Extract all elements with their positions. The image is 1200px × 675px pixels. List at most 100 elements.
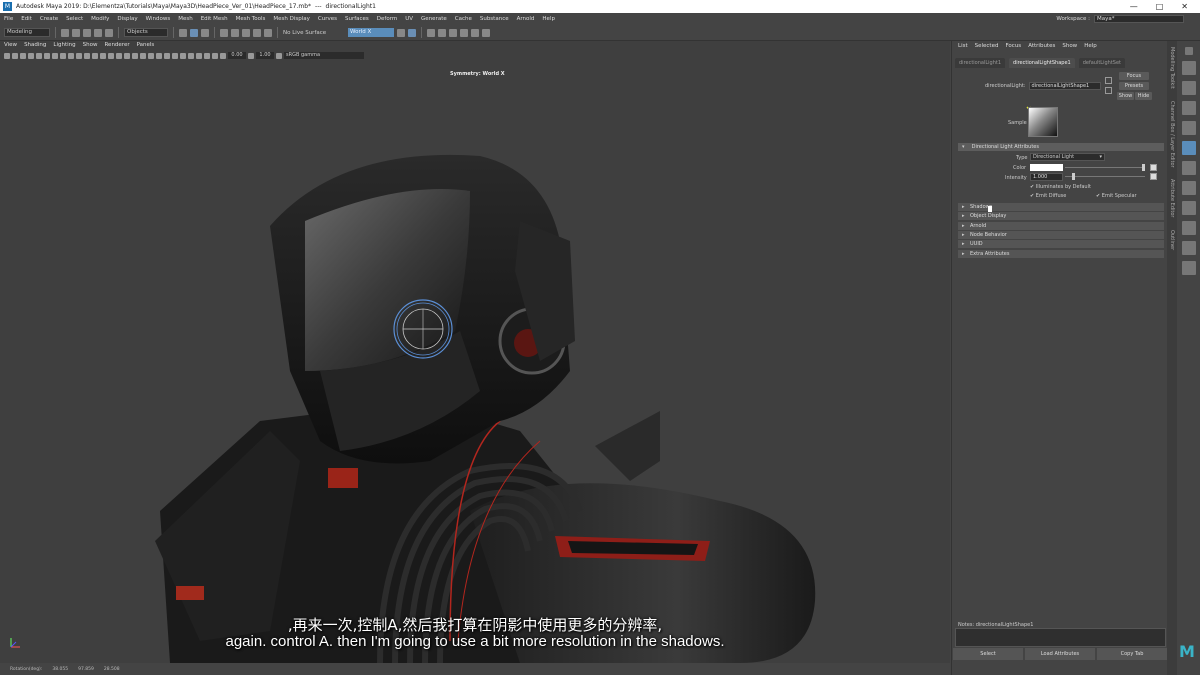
close-icon[interactable]: ✕ <box>1181 2 1188 11</box>
wireframe-icon[interactable] <box>108 52 114 59</box>
expand-icon[interactable] <box>1184 47 1193 55</box>
layout-four-icon[interactable] <box>1181 221 1196 235</box>
field-chart-icon[interactable] <box>84 52 90 59</box>
redo-icon[interactable] <box>105 28 113 37</box>
focus-button[interactable]: Focus <box>1119 72 1149 80</box>
side-tab-1[interactable]: Channel Box / Layer Editor <box>1169 101 1175 168</box>
ae-tab-1[interactable]: directionalLightShape1 <box>1009 58 1075 68</box>
menu-create[interactable]: Create <box>40 16 58 22</box>
bookmark-icon[interactable] <box>20 52 26 59</box>
outliner-layout-icon[interactable] <box>1181 261 1196 275</box>
open-scene-icon[interactable] <box>72 28 80 37</box>
side-tab-3[interactable]: Outliner <box>1169 230 1175 250</box>
menu-modify[interactable]: Modify <box>91 16 109 22</box>
gamma-icon[interactable] <box>248 52 254 59</box>
gamma-field[interactable]: 1.00 <box>256 52 274 59</box>
illuminates-by-default-checkbox[interactable]: ✔ Illuminates by Default <box>1030 184 1091 190</box>
viewport-menu-renderer[interactable]: Renderer <box>104 42 129 48</box>
menu-surfaces[interactable]: Surfaces <box>345 16 369 22</box>
xray-joints-icon[interactable] <box>212 52 218 59</box>
snap-point-icon[interactable] <box>242 28 250 37</box>
ipr-render-icon[interactable] <box>449 28 457 37</box>
gate-mask-icon[interactable] <box>76 52 82 59</box>
color-slider-handle[interactable] <box>1142 164 1145 171</box>
camera-select-icon[interactable] <box>4 52 10 59</box>
color-map-icon[interactable] <box>1150 164 1157 171</box>
isolate-select-icon[interactable] <box>188 52 194 59</box>
light-type-dropdown[interactable]: Directional Light ▾ <box>1030 153 1105 161</box>
menu-mesh-display[interactable]: Mesh Display <box>273 16 310 22</box>
select-button[interactable]: Select <box>953 648 1023 660</box>
menu-select[interactable]: Select <box>66 16 83 22</box>
snap-curve-icon[interactable] <box>231 28 239 37</box>
menu-windows[interactable]: Windows <box>146 16 171 22</box>
viewport-menu-view[interactable]: View <box>4 42 17 48</box>
safe-title-icon[interactable] <box>100 52 106 59</box>
copy-tab-button[interactable]: Copy Tab <box>1097 648 1167 660</box>
section-arnold[interactable]: ▸ Arnold <box>958 221 1164 230</box>
menu-curves[interactable]: Curves <box>318 16 337 22</box>
image-plane-icon[interactable] <box>28 52 34 59</box>
symmetry-options-icon[interactable] <box>408 28 416 37</box>
maximize-icon[interactable]: □ <box>1156 2 1164 11</box>
ae-menu-focus[interactable]: Focus <box>1005 43 1021 49</box>
menu-substance[interactable]: Substance <box>480 16 509 22</box>
menu-set-dropdown[interactable]: Modeling <box>4 28 50 37</box>
menu-help[interactable]: Help <box>542 16 555 22</box>
emit-specular-checkbox[interactable]: ✔ Emit Specular <box>1096 193 1137 199</box>
menu-deform[interactable]: Deform <box>377 16 397 22</box>
symmetry-field[interactable]: World X <box>348 28 394 37</box>
show-button[interactable]: Show <box>1117 92 1134 100</box>
menu-edit[interactable]: Edit <box>21 16 32 22</box>
layout-single-icon[interactable] <box>1181 201 1196 215</box>
viewport-panel[interactable] <box>0 41 950 663</box>
two-d-pan-icon[interactable] <box>36 52 42 59</box>
arnold-render-icon[interactable] <box>482 28 490 37</box>
focus-input-icon[interactable] <box>1105 77 1112 84</box>
view-transform-dropdown[interactable]: sRGB gamma <box>284 52 364 59</box>
ae-menu-list[interactable]: List <box>958 43 968 49</box>
camera-attributes-icon[interactable] <box>12 52 18 59</box>
viewport-menu-lighting[interactable]: Lighting <box>53 42 75 48</box>
film-gate-icon[interactable] <box>60 52 66 59</box>
ae-menu-selected[interactable]: Selected <box>975 43 999 49</box>
shadows-icon[interactable] <box>148 52 154 59</box>
emit-diffuse-checkbox[interactable]: ✔ Emit Diffuse <box>1030 193 1066 199</box>
safe-action-icon[interactable] <box>92 52 98 59</box>
hypershade-icon[interactable] <box>471 28 479 37</box>
intensity-slider-track[interactable] <box>1065 176 1145 177</box>
snap-view-plane-icon[interactable] <box>253 28 261 37</box>
scale-tool-icon[interactable] <box>1181 161 1196 175</box>
layout-two-icon[interactable] <box>1181 241 1196 255</box>
resolution-gate-icon[interactable] <box>68 52 74 59</box>
viewport-menu-panels[interactable]: Panels <box>137 42 155 48</box>
focus-output-icon[interactable] <box>1105 87 1112 94</box>
undo-icon[interactable] <box>94 28 102 37</box>
menu-uv[interactable]: UV <box>405 16 413 22</box>
render-view-icon[interactable] <box>427 28 435 37</box>
section-uuid[interactable]: ▸ UUID <box>958 240 1164 249</box>
paint-select-icon[interactable] <box>1181 101 1196 115</box>
color-slider-track[interactable] <box>1065 167 1145 168</box>
anti-aliasing-icon[interactable] <box>172 52 178 59</box>
lasso-tool-icon[interactable] <box>1181 81 1196 95</box>
color-management-icon[interactable] <box>276 52 282 59</box>
wireframe-on-shaded-icon[interactable] <box>124 52 130 59</box>
new-scene-icon[interactable] <box>61 28 69 37</box>
grid-icon[interactable] <box>52 52 58 59</box>
menu-mesh[interactable]: Mesh <box>178 16 192 22</box>
select-mode-dropdown[interactable]: Objects <box>124 28 168 37</box>
select-object-icon[interactable] <box>190 28 198 37</box>
rotate-tool-icon[interactable] <box>1181 141 1196 155</box>
node-name-field[interactable]: directionalLightShape1 <box>1028 82 1101 90</box>
section-object-display[interactable]: ▸ Object Display <box>958 212 1164 221</box>
textured-icon[interactable] <box>132 52 138 59</box>
menu-cache[interactable]: Cache <box>455 16 472 22</box>
render-frame-icon[interactable] <box>438 28 446 37</box>
ae-tab-0[interactable]: directionalLight1 <box>955 58 1006 68</box>
symmetry-toggle-icon[interactable] <box>397 28 405 37</box>
ambient-occlusion-icon[interactable] <box>156 52 162 59</box>
presets-button[interactable]: Presets <box>1119 82 1149 90</box>
section-extra-attributes[interactable]: ▸ Extra Attributes <box>958 249 1164 258</box>
hide-button[interactable]: Hide <box>1135 92 1152 100</box>
